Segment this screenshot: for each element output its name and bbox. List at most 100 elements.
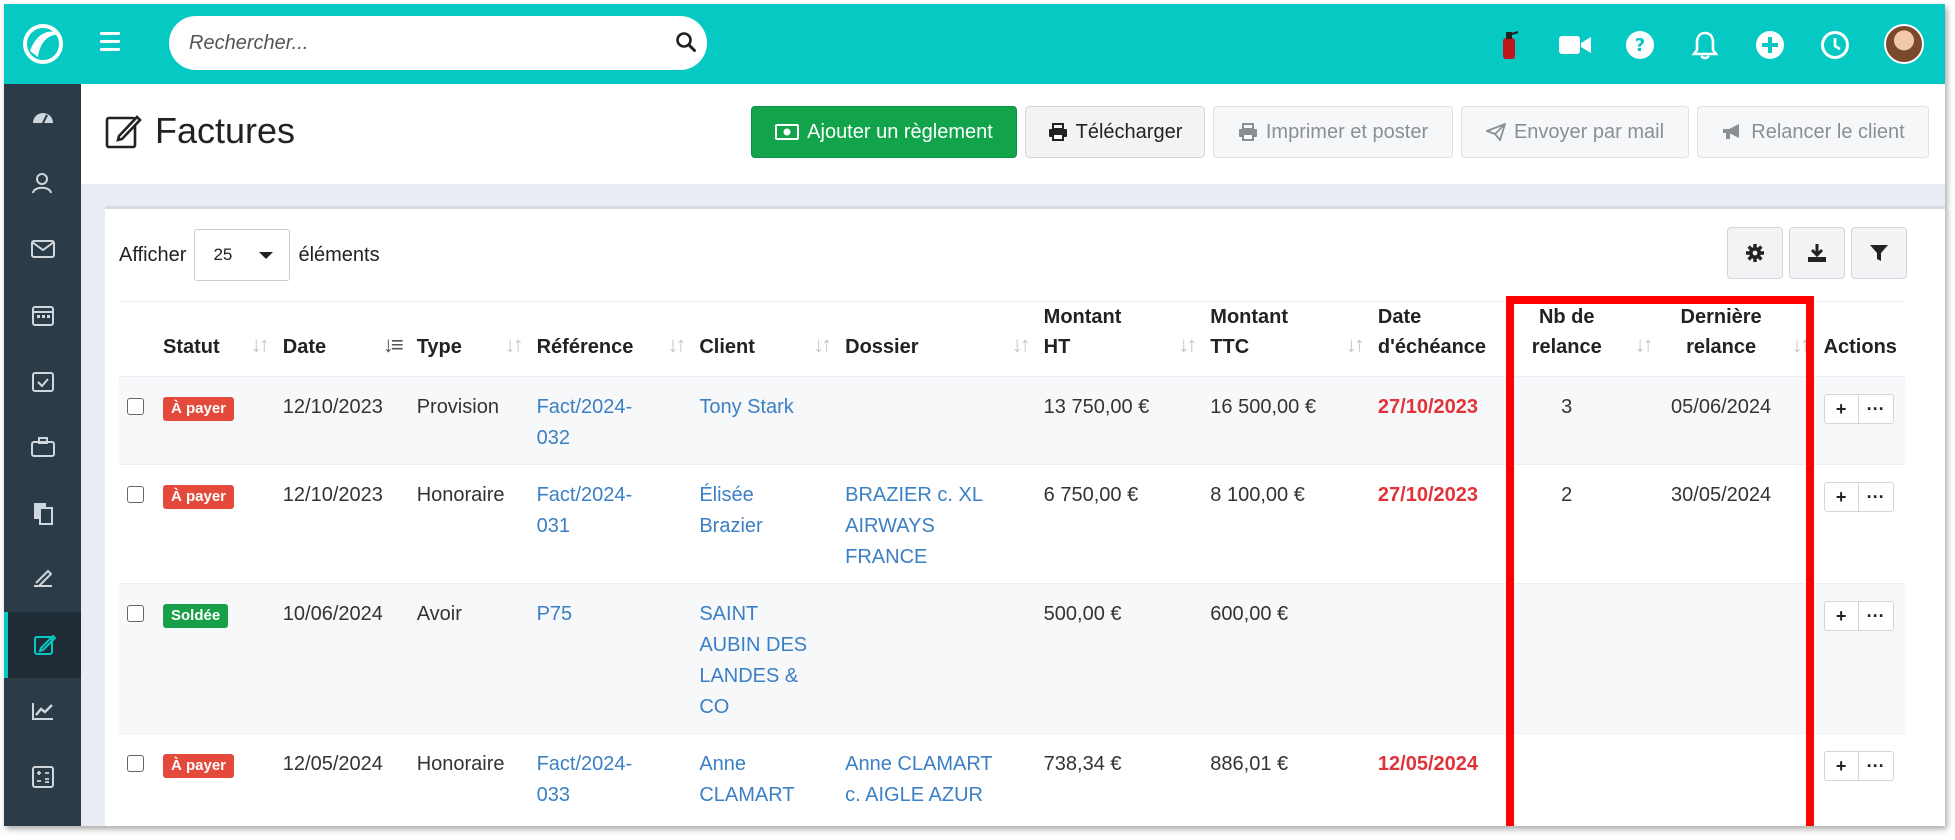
row-actions: + ··· bbox=[1823, 601, 1897, 631]
page-header: Factures Ajouter un règlement Télécharge… bbox=[81, 84, 1945, 184]
reference-link[interactable]: Fact/2024- 032 bbox=[537, 396, 633, 449]
row-checkbox[interactable] bbox=[127, 398, 144, 415]
row-more-button[interactable]: ··· bbox=[1858, 601, 1894, 631]
row-add-button[interactable]: + bbox=[1823, 394, 1859, 424]
derniere-relance-cell bbox=[1658, 583, 1816, 734]
montant-ttc-cell: 8 100,00 € bbox=[1202, 464, 1370, 584]
search-input[interactable] bbox=[189, 25, 649, 61]
row-add-button[interactable]: + bbox=[1823, 482, 1859, 512]
length-prefix: Afficher bbox=[119, 243, 187, 266]
sidebar-item-signature[interactable] bbox=[4, 546, 81, 612]
row-checkbox[interactable] bbox=[127, 486, 144, 503]
row-more-button[interactable]: ··· bbox=[1858, 751, 1894, 781]
menu-toggle-button[interactable] bbox=[100, 32, 126, 56]
svg-text:?: ? bbox=[1635, 35, 1645, 56]
status-cell: À payer bbox=[154, 376, 275, 465]
row-add-button[interactable]: + bbox=[1823, 751, 1859, 781]
dossier-link[interactable]: BRAZIER c. XL AIRWAYS FRANCE bbox=[845, 484, 983, 568]
nb-relance-cell: 3 bbox=[1506, 376, 1659, 465]
header-nb-relance[interactable]: Nb de relance ↓↑ bbox=[1506, 301, 1659, 377]
row-actions: + ··· bbox=[1823, 394, 1897, 424]
row-select-cell bbox=[119, 583, 155, 734]
video-camera-icon[interactable] bbox=[1556, 26, 1594, 64]
montant-ttc-cell: 600,00 € bbox=[1202, 583, 1370, 734]
status-badge: À payer bbox=[162, 397, 235, 421]
sidebar-item-documents[interactable] bbox=[4, 480, 81, 546]
row-checkbox[interactable] bbox=[127, 755, 144, 772]
page-length-select[interactable]: 25 bbox=[194, 229, 291, 281]
download-icon bbox=[1808, 244, 1826, 262]
table-row[interactable]: À payer 12/10/2023 Provision Fact/2024- 0… bbox=[119, 376, 1905, 465]
status-cell: Soldée bbox=[154, 583, 275, 734]
header-montant-ht[interactable]: Montant HT ↓↑ bbox=[1035, 301, 1203, 377]
chart-icon bbox=[31, 703, 53, 720]
megaphone-icon bbox=[1723, 124, 1740, 139]
echeance-cell bbox=[1369, 583, 1507, 734]
add-payment-button[interactable]: Ajouter un règlement bbox=[751, 106, 1017, 158]
print-post-button[interactable]: Imprimer et poster bbox=[1213, 106, 1453, 158]
send-mail-button[interactable]: Envoyer par mail bbox=[1461, 106, 1689, 158]
reference-link[interactable]: Fact/2024- 033 bbox=[537, 753, 633, 806]
row-more-button[interactable]: ··· bbox=[1858, 394, 1894, 424]
page-length-value: 25 bbox=[213, 245, 233, 264]
sidebar-item-statistics[interactable] bbox=[4, 678, 81, 744]
sidebar-item-tasks[interactable] bbox=[4, 348, 81, 414]
header-statut[interactable]: Statut ↓↑ bbox=[154, 301, 275, 377]
help-icon[interactable]: ? bbox=[1621, 26, 1659, 64]
download-button[interactable]: Télécharger bbox=[1025, 106, 1205, 158]
row-add-button[interactable]: + bbox=[1823, 601, 1859, 631]
sidebar-item-dashboard[interactable] bbox=[4, 84, 81, 150]
dossier-link[interactable]: Anne CLAMART c. AIGLE AZUR bbox=[845, 753, 992, 806]
client-link[interactable]: Tony Stark bbox=[699, 396, 793, 418]
invoices-table: Statut ↓↑ Date ↓≡ Type ↓↑ Référence ↓↑ Clien… bbox=[119, 301, 1905, 821]
search-icon[interactable] bbox=[675, 31, 697, 53]
app-logo[interactable] bbox=[4, 4, 81, 84]
fire-extinguisher-icon[interactable] bbox=[1490, 26, 1528, 64]
sidebar-item-invoices[interactable] bbox=[4, 612, 81, 678]
sidebar-item-calendar[interactable] bbox=[4, 282, 81, 348]
plus-circle-icon[interactable] bbox=[1751, 26, 1789, 64]
header-date[interactable]: Date ↓≡ bbox=[274, 301, 409, 377]
sidebar-item-contacts[interactable] bbox=[4, 150, 81, 216]
status-badge: À payer bbox=[162, 754, 235, 778]
table-row[interactable]: À payer 12/10/2023 Honoraire Fact/2024- 0… bbox=[119, 464, 1905, 584]
settings-button[interactable] bbox=[1727, 227, 1783, 279]
table-row[interactable]: À payer 12/05/2024 Honoraire Fact/2024- 0… bbox=[119, 733, 1905, 821]
avatar[interactable] bbox=[1884, 24, 1924, 64]
contacts-icon bbox=[31, 173, 52, 194]
print-icon bbox=[1238, 123, 1257, 141]
signature-icon bbox=[33, 569, 52, 587]
client-link[interactable]: SAINT AUBIN DES LANDES & CO bbox=[699, 603, 807, 718]
header-dossier[interactable]: Dossier ↓↑ bbox=[837, 301, 1036, 377]
header-type[interactable]: Type ↓↑ bbox=[408, 301, 529, 377]
table-row[interactable]: Soldée 10/06/2024 Avoir P75 SAINT AUBIN D… bbox=[119, 583, 1905, 734]
clock-icon[interactable] bbox=[1816, 26, 1854, 64]
row-actions: + ··· bbox=[1823, 482, 1897, 512]
date-cell: 12/05/2024 bbox=[274, 733, 409, 821]
row-checkbox[interactable] bbox=[127, 605, 144, 622]
reference-link[interactable]: Fact/2024- 031 bbox=[537, 484, 633, 537]
client-link[interactable]: Anne CLAMART bbox=[699, 753, 794, 806]
page-length-control: Afficher 25 éléments bbox=[119, 229, 380, 281]
export-button[interactable] bbox=[1789, 227, 1845, 279]
page-title: Factures bbox=[155, 110, 296, 151]
bell-icon[interactable] bbox=[1686, 26, 1724, 64]
filter-button[interactable] bbox=[1851, 227, 1907, 279]
dashboard-icon bbox=[32, 113, 53, 124]
invoices-icon bbox=[33, 634, 56, 655]
sidebar-item-calculator[interactable] bbox=[4, 744, 81, 810]
header-reference[interactable]: Référence ↓↑ bbox=[528, 301, 692, 377]
sidebar-item-mail[interactable] bbox=[4, 216, 81, 282]
sidebar-item-briefcase[interactable] bbox=[4, 414, 81, 480]
table-header-row: Statut ↓↑ Date ↓≡ Type ↓↑ Référence ↓↑ Clien… bbox=[119, 301, 1905, 377]
remind-client-button[interactable]: Relancer le client bbox=[1697, 106, 1929, 158]
reference-link[interactable]: P75 bbox=[537, 603, 573, 625]
header-client[interactable]: Client ↓↑ bbox=[691, 301, 838, 377]
client-cell: Élisée Brazier bbox=[691, 464, 838, 584]
filter-icon bbox=[1870, 245, 1888, 261]
row-more-button[interactable]: ··· bbox=[1858, 482, 1894, 512]
client-link[interactable]: Élisée Brazier bbox=[699, 484, 762, 537]
header-montant-ttc[interactable]: Montant TTC ↓↑ bbox=[1202, 301, 1370, 377]
header-echeance[interactable]: Date d'échéance bbox=[1369, 301, 1507, 377]
header-derniere-relance[interactable]: Dernière relance ↓↑ bbox=[1658, 301, 1816, 377]
